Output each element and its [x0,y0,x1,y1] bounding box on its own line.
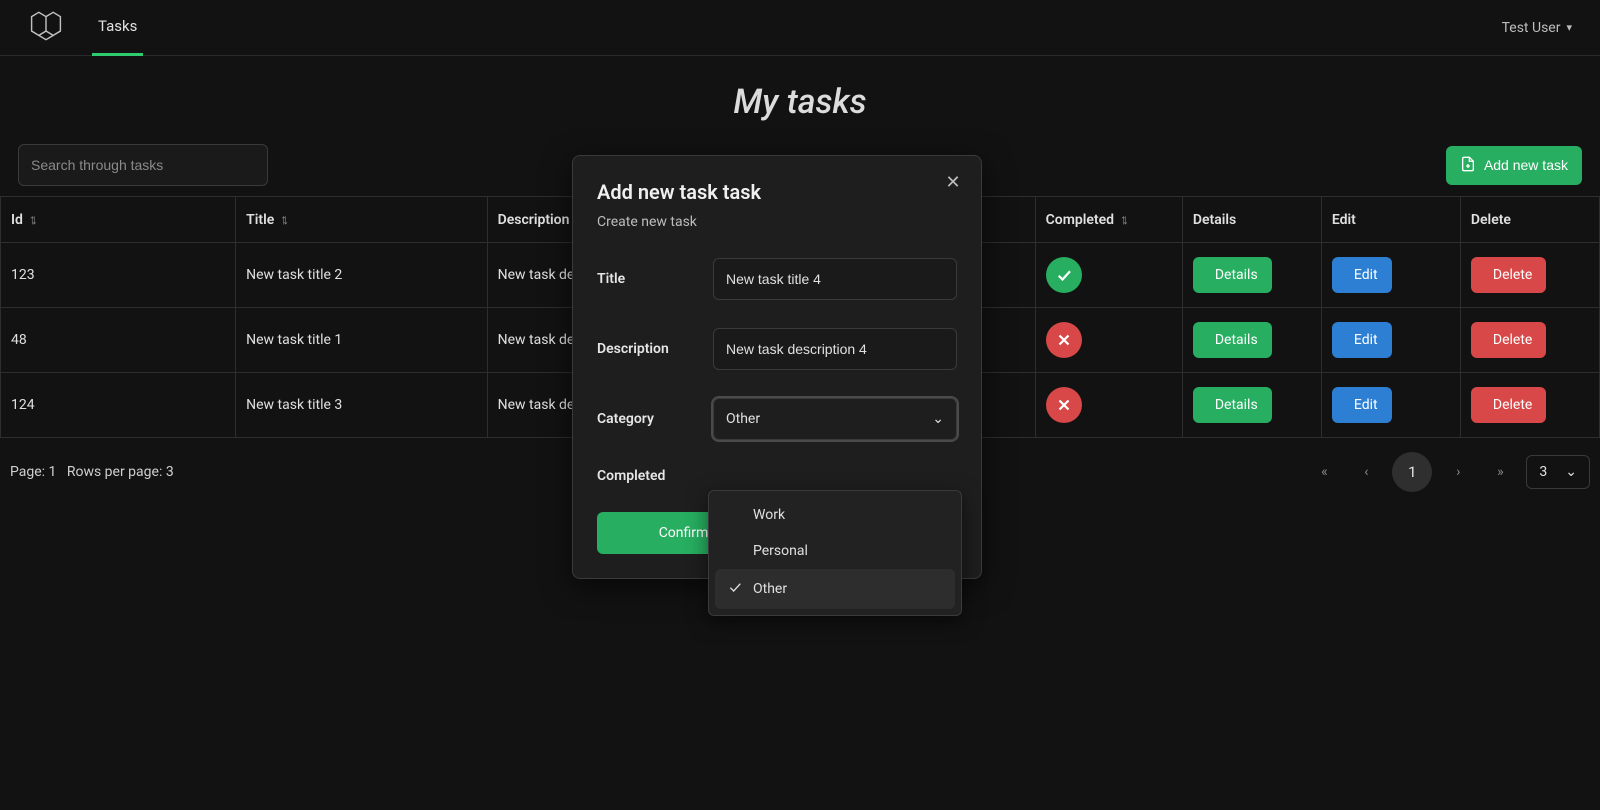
details-button[interactable]: Details [1193,387,1272,423]
x-icon [1046,322,1082,358]
option-label: Other [753,581,787,597]
logo-icon [28,8,64,48]
cell-id: 48 [1,308,236,373]
cell-id: 123 [1,243,236,308]
chevron-down-icon: ▾ [1566,21,1572,34]
title-input[interactable] [713,258,957,300]
delete-button[interactable]: Delete [1471,257,1546,293]
field-label-description: Description [597,341,713,357]
category-select[interactable]: Other ⌄ [713,398,957,440]
cell-title: New task title 3 [236,373,488,438]
user-name: Test User [1502,20,1561,36]
col-header-id[interactable]: Id ↑↓ [1,197,236,243]
edit-button[interactable]: Edit [1332,387,1392,423]
x-icon [1046,387,1082,423]
cell-completed [1035,308,1182,373]
field-label-category: Category [597,411,713,427]
pager-last[interactable]: » [1484,456,1516,488]
col-header-completed[interactable]: Completed ↑↓ [1035,197,1182,243]
cell-id: 124 [1,373,236,438]
edit-button[interactable]: Edit [1332,322,1392,358]
delete-button[interactable]: Delete [1471,322,1546,358]
option-label: Work [753,507,785,523]
category-dropdown: Work Personal Other [708,490,962,616]
edit-button[interactable]: Edit [1332,257,1392,293]
pager-next[interactable]: › [1442,456,1474,488]
chevron-down-icon: ⌄ [1565,464,1577,480]
search-input[interactable] [18,144,268,186]
check-icon [727,579,743,599]
nav-tab-tasks[interactable]: Tasks [92,0,143,56]
delete-button[interactable]: Delete [1471,387,1546,423]
pager-first[interactable]: « [1308,456,1340,488]
cell-completed [1035,373,1182,438]
file-plus-icon [1460,156,1476,175]
page-title: My tasks [0,56,1600,134]
sort-icon: ↑↓ [280,211,284,228]
field-label-title: Title [597,271,713,287]
nav-tab-label: Tasks [98,17,137,35]
sort-icon: ↑↓ [29,211,33,228]
category-value: Other [726,411,760,427]
app-header: Tasks Test User ▾ [0,0,1600,56]
col-header-title[interactable]: Title ↑↓ [236,197,488,243]
user-menu[interactable]: Test User ▾ [1502,20,1572,36]
sort-icon: ↑↓ [1120,211,1124,228]
description-input[interactable] [713,328,957,370]
category-option[interactable]: Other [715,569,955,609]
col-header-edit: Edit [1321,197,1460,243]
rows-per-page-select[interactable]: 3 ⌄ [1526,455,1590,489]
close-icon[interactable]: ✕ [941,172,965,193]
add-task-label: Add new task [1484,157,1568,173]
pager-prev[interactable]: ‹ [1350,456,1382,488]
add-task-button[interactable]: Add new task [1446,146,1582,185]
details-button[interactable]: Details [1193,257,1272,293]
cell-title: New task title 2 [236,243,488,308]
modal-subtitle: Create new task [597,214,957,230]
col-header-delete: Delete [1460,197,1599,243]
cell-title: New task title 1 [236,308,488,373]
chevron-down-icon: ⌄ [932,411,944,427]
option-label: Personal [753,543,808,559]
page-info: Page: 1 Rows per page: 3 [10,464,174,480]
cell-completed [1035,243,1182,308]
modal-title: Add new task task [597,180,957,204]
category-option[interactable]: Personal [715,533,955,569]
pager-current[interactable]: 1 [1392,452,1432,492]
check-icon [1046,257,1082,293]
col-header-details: Details [1182,197,1321,243]
details-button[interactable]: Details [1193,322,1272,358]
category-option[interactable]: Work [715,497,955,533]
field-label-completed: Completed [597,468,713,484]
